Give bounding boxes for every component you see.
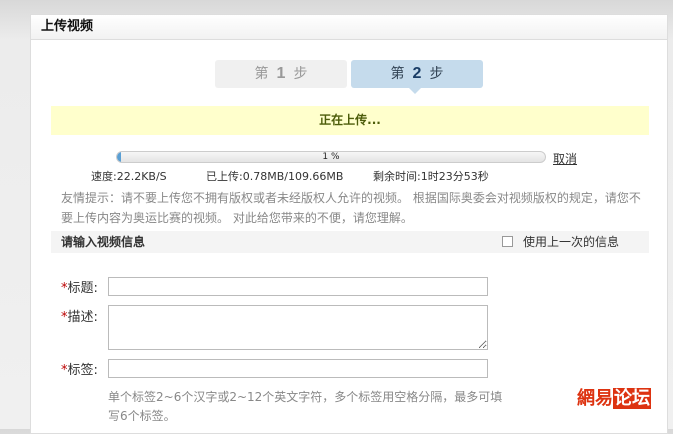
description-textarea[interactable]: [108, 305, 488, 350]
label-text: 标签:: [67, 363, 98, 378]
cancel-upload-link[interactable]: 取消: [553, 150, 577, 167]
section-title: 请输入视频信息: [61, 235, 146, 249]
checkbox-icon[interactable]: [501, 236, 513, 247]
netease-forum-watermark: 網易论坛: [577, 388, 651, 410]
title-input[interactable]: [108, 277, 488, 296]
time-remaining: 剩余时间:1时23分53秒: [373, 170, 489, 183]
progress-label: 1 %: [322, 152, 340, 162]
tags-input[interactable]: [108, 359, 488, 378]
progress-bar: 1 %: [116, 151, 546, 163]
step-pre: 第: [390, 66, 405, 82]
label-text: 标题:: [67, 281, 98, 296]
page-title: 上传视频: [31, 15, 667, 40]
step-2: 第2步: [351, 60, 483, 94]
tags-hint: 单个标签2~6个汉字或2~12个英文字符，多个标签用空格分隔，最多可填写6个标签…: [108, 390, 503, 423]
watermark-text: 论坛: [613, 388, 651, 409]
step-post: 步: [293, 66, 308, 82]
upload-status-banner: 正在上传...: [51, 106, 649, 135]
step-post: 步: [429, 66, 444, 82]
use-last-info-label: 使用上一次的信息: [522, 235, 619, 249]
tags-label: *标签:: [61, 359, 98, 378]
step-pre: 第: [254, 66, 269, 82]
title-label: *标题:: [61, 277, 98, 296]
upload-panel: 上传视频 第1步 第2步 正在上传... 1 % 取消 速度:22.2KB/S …: [30, 14, 668, 434]
use-last-info-checkbox[interactable]: 使用上一次的信息: [501, 231, 619, 253]
description-label: *描述:: [61, 306, 98, 325]
label-text: 描述:: [67, 310, 98, 325]
video-info-section-header: 请输入视频信息 使用上一次的信息: [51, 231, 649, 253]
copyright-tip: 友情提示：请不要上传您不拥有版权或者未经版权人允许的视频。 根据国际奥委会对视频…: [61, 191, 641, 225]
step-1: 第1步: [215, 60, 347, 88]
watermark-text: 網易: [577, 388, 613, 409]
uploaded-size: 已上传:0.78MB/109.66MB: [206, 170, 344, 183]
step-number: 1: [276, 65, 286, 82]
step-number: 2: [412, 65, 422, 82]
upload-speed: 速度:22.2KB/S: [91, 170, 167, 183]
